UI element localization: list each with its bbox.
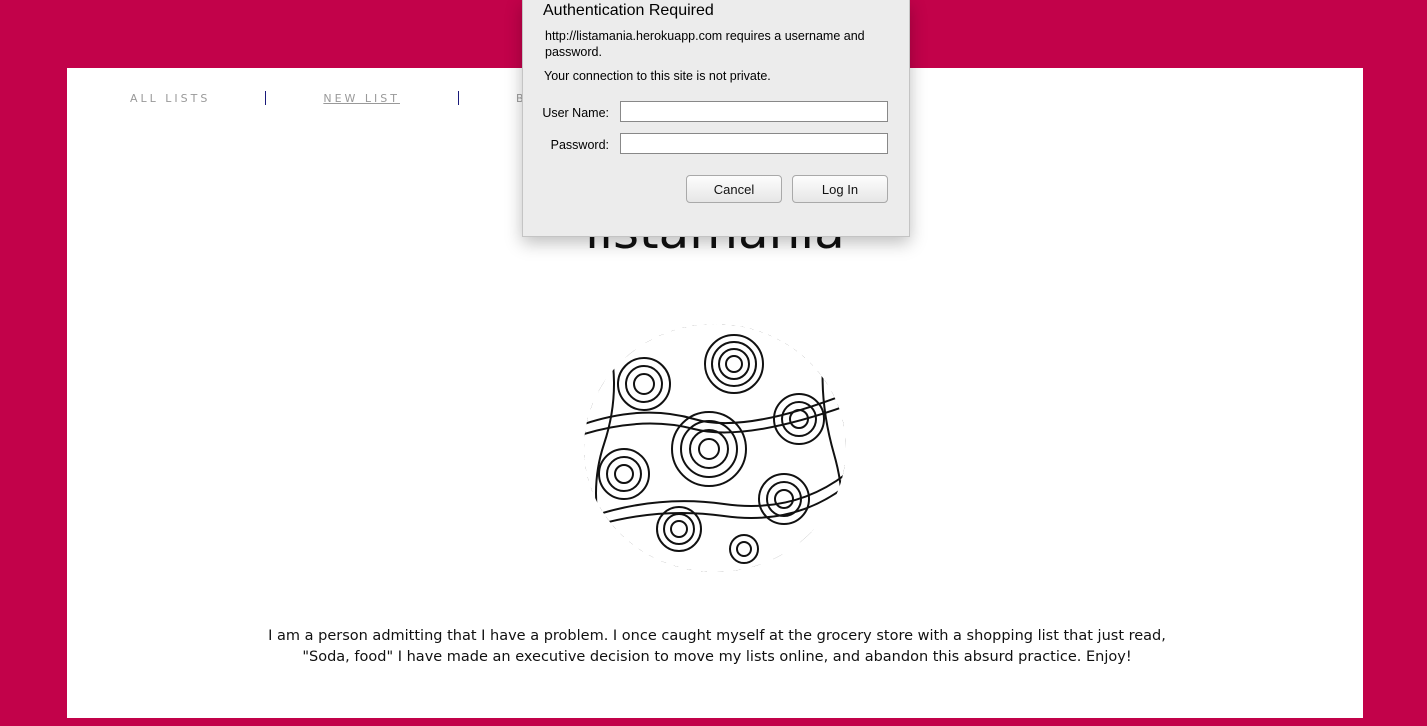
swirl-pattern-image: [584, 324, 846, 572]
nav-all-lists[interactable]: ALL LISTS: [130, 92, 210, 105]
auth-dialog: Authentication Required http://listamani…: [522, 0, 910, 237]
password-label: Password:: [550, 138, 609, 152]
dialog-title: Authentication Required: [543, 2, 714, 19]
password-field[interactable]: [620, 133, 888, 154]
dialog-message: http://listamania.herokuapp.com requires…: [545, 29, 865, 59]
nav-separator: [457, 91, 459, 105]
username-field[interactable]: [620, 101, 888, 122]
nav-new-list[interactable]: NEW LIST: [323, 92, 400, 105]
username-label: User Name:: [542, 106, 609, 120]
intro-text: I am a person admitting that I have a pr…: [268, 628, 1166, 665]
log-in-button[interactable]: Log In: [792, 175, 888, 203]
nav-separator: [265, 91, 267, 105]
top-nav: ALL LISTS NEW LIST BA: [130, 88, 537, 108]
dialog-privacy-note: Your connection to this site is not priv…: [544, 69, 771, 83]
cancel-button[interactable]: Cancel: [686, 175, 782, 203]
hero-swirl-image: [584, 324, 846, 572]
